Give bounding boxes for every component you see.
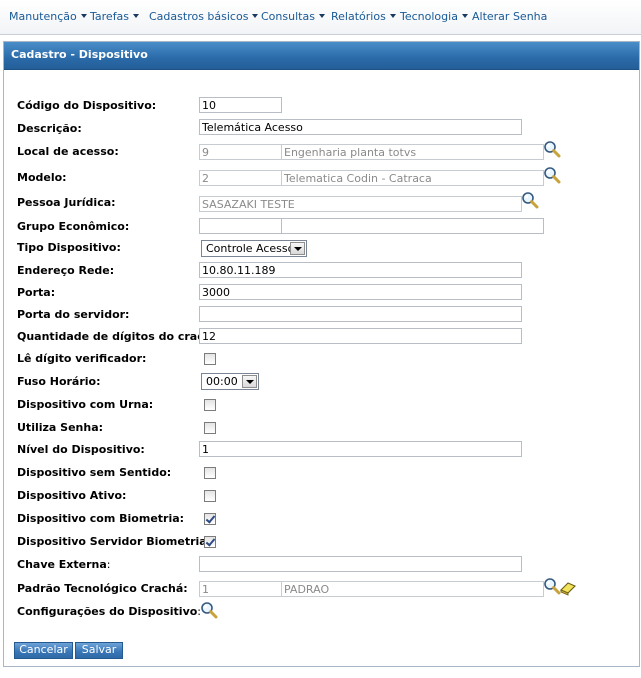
tipo-dispositivo-select[interactable]: Controle Acesso (201, 240, 307, 257)
padrao-label: Padrão Tecnológico Crachá: (17, 582, 188, 595)
qtd-digitos-label: Quantidade de dígitos do crachá: (17, 330, 224, 343)
menu-alterar-senha[interactable]: Alterar Senha (472, 10, 547, 23)
menu-tarefas[interactable]: Tarefas (90, 10, 140, 23)
eraser-icon[interactable] (559, 578, 577, 596)
servidor-biometria-label: Dispositivo Servidor Biometria: (17, 535, 212, 548)
menu-tecnologia[interactable]: Tecnologia (400, 10, 468, 23)
servidor-biometria-checkbox[interactable] (204, 536, 216, 548)
pessoa-juridica-label: Pessoa Jurídica: (17, 196, 116, 209)
local-acesso-label: Local de acesso: (17, 145, 119, 158)
magnifier-icon[interactable] (543, 140, 561, 158)
chave-externa-label-wrap: Chave Externa: (17, 558, 111, 571)
chevron-down-icon (80, 14, 87, 18)
menu-consultas-label: Consultas (261, 10, 315, 23)
chevron-down-icon (389, 14, 396, 18)
chevron-down-icon (133, 14, 140, 18)
qtd-digitos-input[interactable]: 12 (199, 328, 522, 344)
menu-alterar-senha-label: Alterar Senha (472, 10, 548, 23)
le-digito-checkbox[interactable] (204, 353, 216, 365)
modelo-label: Modelo: (17, 171, 67, 184)
magnifier-icon[interactable] (200, 601, 218, 619)
chave-externa-input[interactable] (199, 556, 522, 572)
endereco-rede-input[interactable]: 10.80.11.189 (199, 262, 522, 278)
urna-checkbox[interactable] (204, 399, 216, 411)
cancel-button[interactable]: Cancelar (14, 642, 73, 659)
fuso-horario-select[interactable]: 00:00 (201, 373, 259, 390)
local-acesso-name-field: Engenharia planta totvs (281, 144, 544, 160)
codigo-label: Código do Dispositivo: (17, 99, 157, 112)
grupo-economico-code-field[interactable] (199, 218, 282, 234)
grupo-economico-label: Grupo Econômico: (17, 220, 130, 233)
descricao-input[interactable]: Telemática Acesso (199, 119, 522, 135)
codigo-input[interactable]: 10 (199, 97, 282, 113)
biometria-label: Dispositivo com Biometria: (17, 512, 185, 525)
menu-manutencao[interactable]: Manutenção (9, 10, 87, 23)
menu-consultas[interactable]: Consultas (261, 10, 325, 23)
config-label-wrap: Configurações do Dispositivo: (17, 605, 202, 618)
menu-tecnologia-label: Tecnologia (400, 10, 458, 23)
utiliza-senha-checkbox[interactable] (204, 422, 216, 434)
porta-servidor-label: Porta do servidor: (17, 308, 130, 321)
menu-tarefas-label: Tarefas (90, 10, 130, 23)
modelo-code-field: 2 (199, 170, 282, 186)
tipo-dispositivo-label: Tipo Dispositivo: (17, 241, 121, 254)
descricao-label: Descrição: (17, 122, 82, 135)
ativo-checkbox[interactable] (204, 490, 216, 502)
sem-sentido-checkbox[interactable] (204, 467, 216, 479)
config-label: Configurações do Dispositivo (17, 605, 198, 618)
porta-servidor-input[interactable] (199, 306, 522, 322)
endereco-rede-label: Endereço Rede: (17, 264, 115, 277)
tipo-dispositivo-value: Controle Acesso (206, 242, 295, 255)
grupo-economico-name-field[interactable] (281, 218, 544, 234)
padrao-code-field: 1 (199, 581, 282, 597)
chevron-down-icon[interactable] (242, 375, 257, 388)
fuso-horario-label: Fuso Horário: (17, 375, 101, 388)
pessoa-juridica-field: SASAZAKI TESTE (199, 196, 522, 212)
porta-label: Porta: (17, 286, 56, 299)
nivel-label: Nível do Dispositivo: (17, 443, 145, 456)
chevron-down-icon (318, 14, 325, 18)
urna-label: Dispositivo com Urna: (17, 398, 154, 411)
biometria-checkbox[interactable] (204, 513, 216, 525)
chevron-down-icon (252, 14, 259, 18)
menu-relatorios-label: Relatórios (331, 10, 386, 23)
menu-cadastros-basicos-label: Cadastros básicos (149, 10, 249, 23)
sem-sentido-label: Dispositivo sem Sentido: (17, 466, 172, 479)
le-digito-label: Lê dígito verificador: (17, 352, 147, 365)
panel-header: Cadastro - Dispositivo (4, 42, 639, 70)
top-menu-bar: Manutenção Tarefas Cadastros básicos Con… (0, 0, 641, 35)
nivel-input[interactable]: 1 (199, 441, 522, 457)
chevron-down-icon[interactable] (290, 242, 305, 255)
modelo-name-field: Telematica Codin - Catraca (281, 170, 544, 186)
page-title: Cadastro - Dispositivo (11, 48, 148, 61)
menu-manutencao-label: Manutenção (9, 10, 77, 23)
save-button[interactable]: Salvar (75, 642, 123, 659)
padrao-name-field: PADRAO (281, 581, 544, 597)
fuso-horario-value: 00:00 (206, 375, 238, 388)
menu-cadastros-basicos[interactable]: Cadastros básicos (149, 10, 259, 23)
utiliza-senha-label: Utiliza Senha: (17, 421, 104, 434)
chevron-down-icon (461, 14, 468, 18)
chave-externa-label: Chave Externa (17, 558, 107, 571)
local-acesso-code-field: 9 (199, 144, 282, 160)
magnifier-icon[interactable] (543, 166, 561, 184)
menu-relatorios[interactable]: Relatórios (331, 10, 396, 23)
magnifier-icon[interactable] (521, 191, 539, 209)
porta-input[interactable]: 3000 (199, 284, 522, 300)
ativo-label: Dispositivo Ativo: (17, 489, 127, 502)
